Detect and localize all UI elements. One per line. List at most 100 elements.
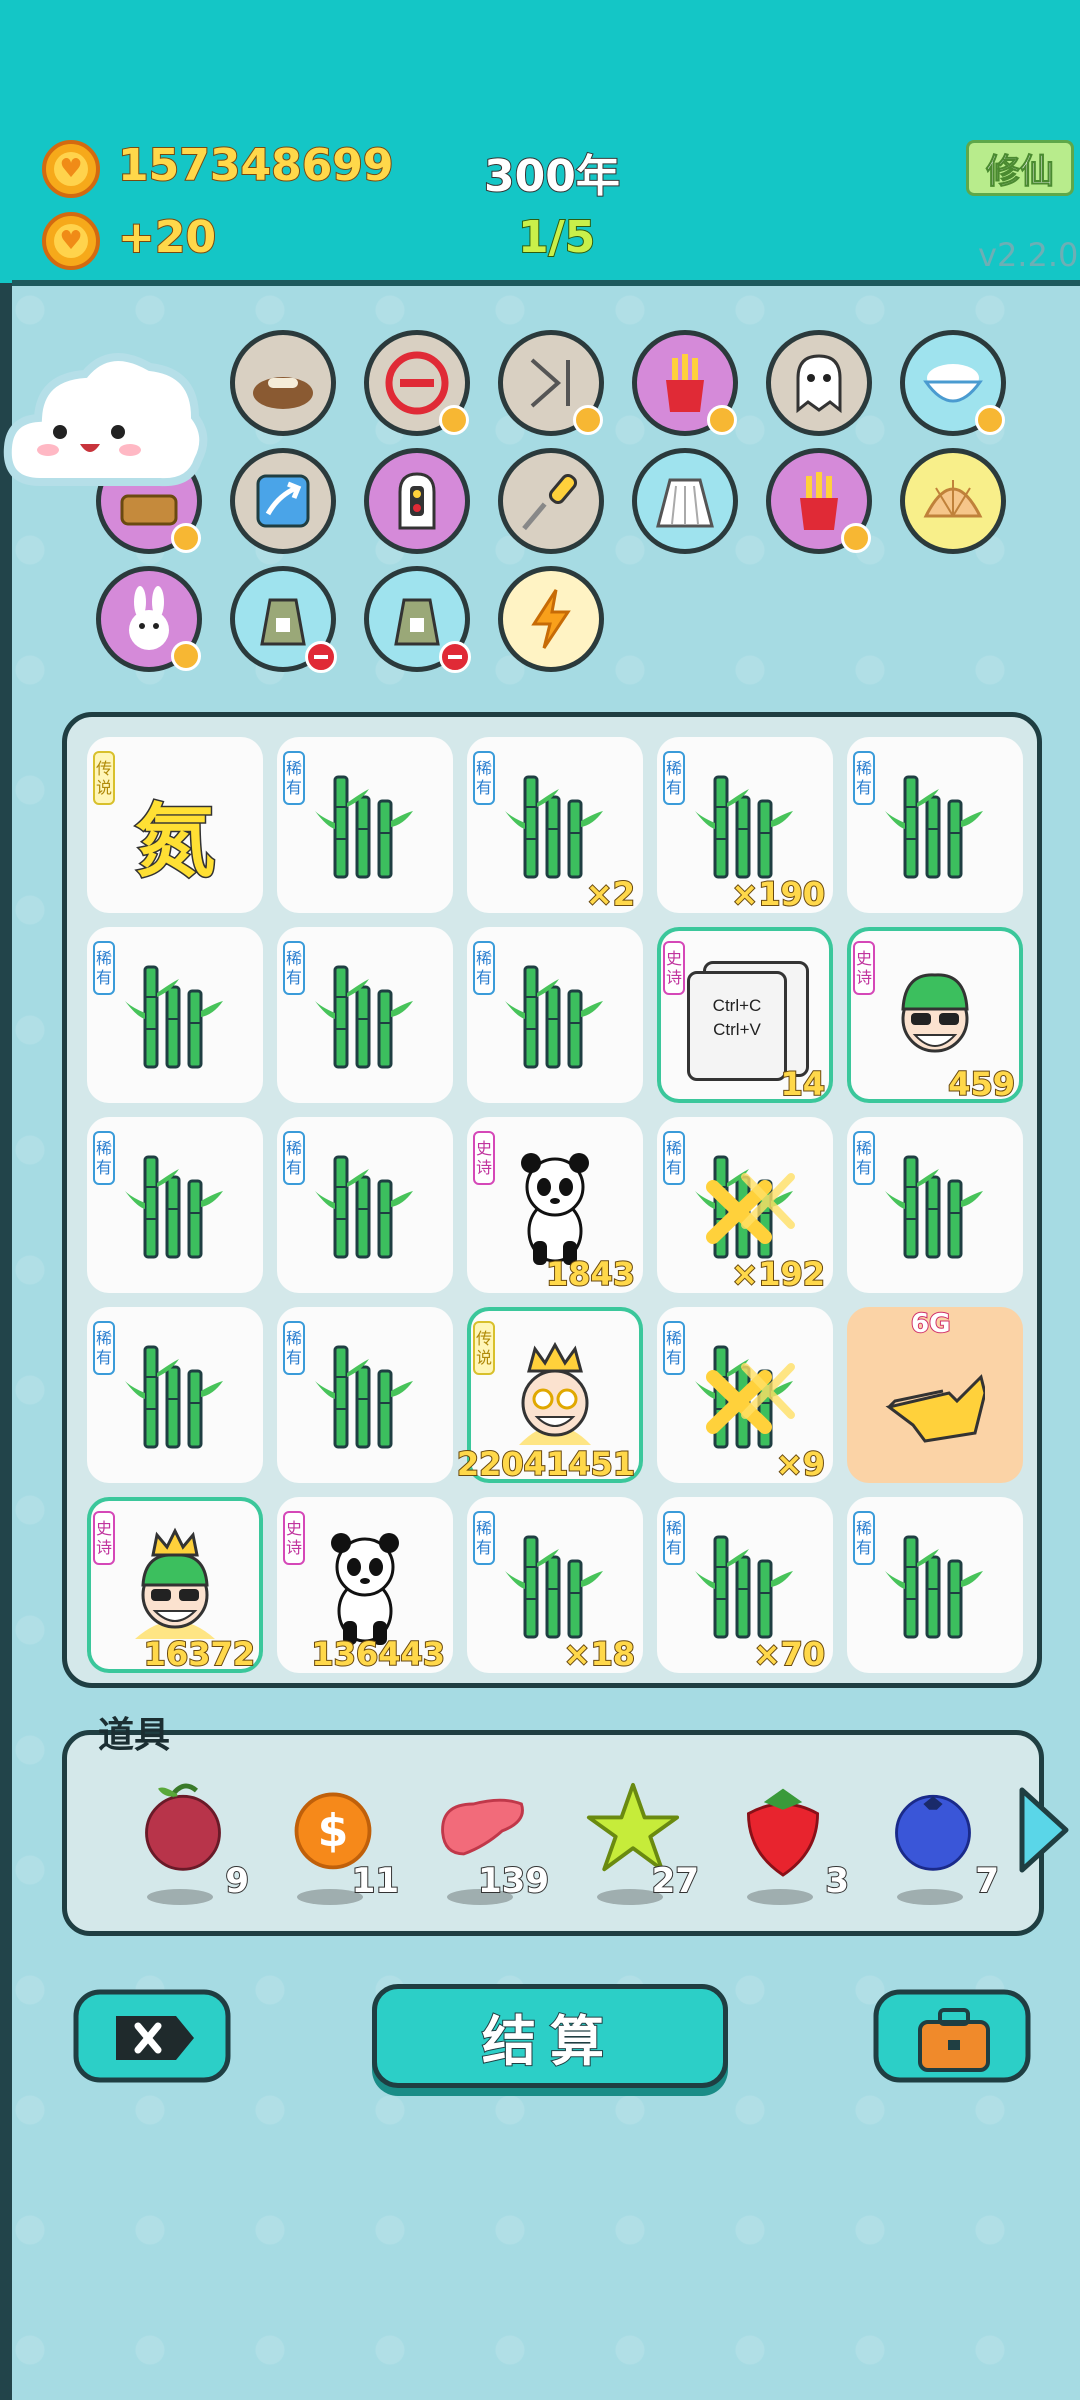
ghost-icon[interactable] [766, 330, 872, 436]
board-cell-bamboo[interactable]: 稀有 ×190 [657, 737, 833, 914]
skirt-icon[interactable] [632, 448, 738, 554]
dog-bowl-icon[interactable] [230, 330, 336, 436]
board-cell-bamboo[interactable]: 稀有 [277, 737, 453, 913]
panda-icon [331, 1533, 399, 1645]
heart-badge-icon [171, 523, 201, 553]
board-cell-bamboo[interactable]: 稀有 [847, 1117, 1023, 1293]
rarity-tag-rare: 稀有 [283, 751, 305, 805]
board-cell-king[interactable]: 传说 22041451 [456, 1307, 643, 1484]
bag-button[interactable] [872, 1988, 1032, 2088]
xiuxian-button[interactable]: 修仙 [966, 140, 1074, 196]
rarity-tag-rare: 稀有 [283, 941, 305, 995]
board-cell-bamboo[interactable]: 稀有 ×2 [467, 737, 643, 914]
sack-icon[interactable] [364, 566, 471, 673]
heart-badge-icon [975, 405, 1005, 435]
strawberry-icon [746, 1788, 820, 1877]
board-cell-panda[interactable]: 史诗 1843 [467, 1117, 643, 1294]
rice-bowl-icon[interactable] [900, 330, 1006, 436]
board-cell-ctrl-cv[interactable]: 史诗 Ctrl+C Ctrl+V 14 [657, 927, 833, 1104]
rarity-tag-rare: 稀有 [853, 1131, 875, 1185]
item-count: 459 [947, 1064, 1016, 1104]
rarity-tag-rare: 稀有 [93, 1321, 115, 1375]
rarity-tag-rare: 稀有 [853, 751, 875, 805]
props-title: 道具 [98, 1715, 171, 1756]
board-cell-panda[interactable]: 史诗 136443 [277, 1497, 453, 1674]
rarity-tag-rare: 稀有 [473, 941, 495, 995]
rarity-tag-rare: 稀有 [93, 941, 115, 995]
prop-strawberry[interactable]: 3 [719, 1775, 850, 1915]
prop-count: 9 [224, 1860, 250, 1902]
item-count: 16372 [143, 1634, 256, 1674]
rarity-tag-rare: 稀有 [283, 1321, 305, 1375]
board-cell-bamboo-hit[interactable]: 稀有 ×9 [657, 1307, 833, 1484]
traffic-light-icon[interactable] [364, 448, 470, 554]
board-cell-bamboo[interactable]: 稀有 [277, 927, 453, 1103]
rarity-tag-rare: 稀有 [663, 1511, 685, 1565]
cloud-mascot-icon[interactable] [0, 332, 210, 502]
bamboo-icon [885, 775, 983, 879]
bamboo-icon [315, 1155, 413, 1259]
board-cell-pointer[interactable]: 6G [847, 1307, 1023, 1483]
rarity-tag-rare: 稀有 [93, 1131, 115, 1185]
board-cell-nitrogen[interactable]: 传说氮 [87, 737, 263, 913]
heart-badge-icon [707, 405, 737, 435]
sack-icon[interactable] [230, 566, 337, 673]
board-cell-bamboo[interactable]: 稀有 [467, 927, 643, 1103]
rarity-tag-epic: 史诗 [93, 1511, 115, 1565]
ctrl-c-label: Ctrl+C [712, 996, 762, 1015]
close-button[interactable] [72, 1988, 232, 2088]
board-cell-bamboo-hit[interactable]: 稀有 ×192 [657, 1117, 833, 1294]
prop-count: 11 [351, 1860, 400, 1902]
board-cell-bamboo[interactable]: 稀有 [847, 737, 1023, 913]
bamboo-icon [505, 775, 603, 879]
board-cell-bamboo[interactable]: 稀有 ×18 [467, 1497, 643, 1674]
bamboo-icon [125, 1155, 223, 1259]
prop-blueberry[interactable]: 7 [869, 1775, 1000, 1915]
board-cell-bamboo[interactable]: 稀有 [847, 1497, 1023, 1673]
fries-icon[interactable] [766, 448, 872, 554]
prop-count: 139 [477, 1860, 550, 1902]
skip-icon[interactable] [498, 330, 604, 436]
rarity-tag-rare: 稀有 [283, 1131, 305, 1185]
screwdriver-icon[interactable] [498, 448, 604, 554]
prop-lychee[interactable]: 9 [119, 1775, 250, 1915]
heart-badge-icon [841, 523, 871, 553]
board-cell-bamboo[interactable]: 稀有 [87, 1117, 263, 1293]
board-cell-bamboo[interactable]: 稀有 ×70 [657, 1497, 833, 1674]
remove-badge-icon [305, 641, 337, 673]
board-cell-bamboo[interactable]: 稀有 [277, 1307, 453, 1483]
board-cell-king-cap[interactable]: 史诗 16372 [87, 1497, 263, 1674]
no-entry-icon[interactable] [364, 330, 470, 436]
rabbit-icon[interactable] [96, 566, 202, 672]
rarity-tag-epic: 史诗 [663, 941, 685, 995]
props-next-arrow-icon[interactable] [1012, 1784, 1072, 1876]
prop-coin[interactable]: $11 [269, 1775, 400, 1915]
prop-liver[interactable]: 139 [419, 1775, 550, 1915]
income-value: +20 [117, 211, 217, 264]
prop-star[interactable]: 27 [569, 1775, 700, 1915]
king-cap-icon [135, 1527, 215, 1639]
board-cell-man-green-cap[interactable]: 史诗 459 [847, 927, 1023, 1104]
item-count: ×9 [775, 1444, 826, 1484]
board-cell-bamboo[interactable]: 稀有 [87, 927, 263, 1103]
blueberry-icon [895, 1794, 971, 1871]
prop-count: 27 [651, 1860, 700, 1902]
fries-icon[interactable] [632, 330, 738, 436]
board-cell-bamboo[interactable]: 稀有 [277, 1117, 453, 1293]
svg-text:$: $ [318, 1806, 349, 1857]
rising-arrow-icon[interactable] [230, 448, 336, 554]
bamboo-icon [125, 1345, 223, 1449]
panda-icon [521, 1153, 589, 1265]
rarity-tag-epic: 史诗 [283, 1511, 305, 1565]
bamboo-hit-icon [695, 1345, 795, 1449]
board-cell-bamboo[interactable]: 稀有 [87, 1307, 263, 1483]
header-bar: ♥ 157348699 ♥ +20 300年 1/5 修仙 v2.2.0 [0, 0, 1080, 283]
nitrogen-glyph: 氮 [134, 794, 217, 890]
shell-icon[interactable] [900, 448, 1006, 554]
remove-badge-icon [439, 641, 471, 673]
rarity-tag-rare: 稀有 [473, 751, 495, 805]
lightning-icon[interactable] [498, 566, 604, 672]
item-count: 14 [779, 1064, 826, 1104]
bamboo-icon [885, 1535, 983, 1639]
settle-button[interactable]: 结算 [372, 1984, 728, 2088]
